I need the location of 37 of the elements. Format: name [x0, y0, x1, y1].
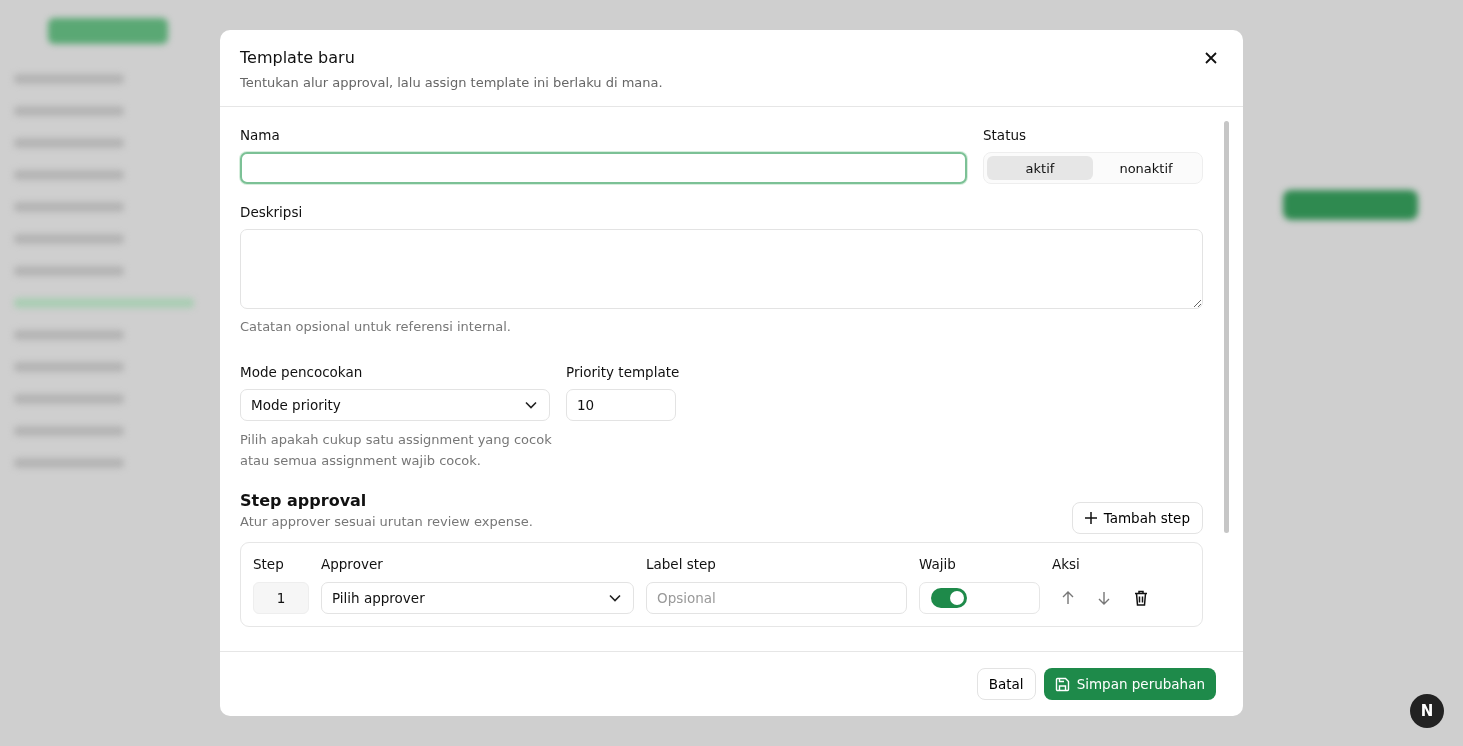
plus-icon	[1084, 512, 1097, 524]
save-button[interactable]: Simpan perubahan	[1043, 668, 1216, 700]
column-header: Approver	[321, 556, 384, 572]
field-label: Mode pencocokan	[240, 364, 364, 380]
field-hint: Catatan opsional untuk referensi internal.	[240, 319, 512, 334]
column-header: Wajib	[919, 556, 957, 572]
section-title: Step approval	[240, 491, 368, 510]
status-option[interactable]: aktif	[987, 156, 1093, 180]
arrow-up-icon[interactable]	[1062, 591, 1074, 605]
column-header: Label step	[646, 556, 717, 572]
name-input[interactable]	[240, 152, 967, 184]
arrow-down-icon[interactable]	[1098, 591, 1110, 605]
column-header: Aksi	[1052, 556, 1081, 572]
scrollbar[interactable]	[1224, 121, 1229, 533]
mode-select[interactable]: Mode priority	[240, 389, 550, 421]
step-number: 1	[253, 582, 309, 614]
dev-badge[interactable]: N	[1410, 694, 1444, 728]
section-subtitle: Atur approver sesuai urutan review expense.	[240, 514, 533, 529]
dialog-subtitle: Tentukan alur approval, lalu assign template ini berlaku di mana.	[240, 75, 663, 90]
field-hint: Pilih apakah cukup satu assignment yang cocok atau semua assignment wajib cocok.	[240, 431, 553, 470]
add-step-button[interactable]: Tambah step	[1071, 502, 1203, 534]
label-input[interactable]: Opsional	[646, 582, 907, 614]
chevron-down-icon	[609, 594, 621, 602]
status-option[interactable]: nonaktif	[1093, 156, 1199, 180]
priority-input[interactable]: 10	[566, 389, 676, 421]
field-label: Nama	[240, 127, 281, 143]
field-label: Deskripsi	[240, 204, 304, 220]
approver-select[interactable]: Pilih approver	[321, 582, 634, 614]
required-switch[interactable]	[931, 588, 967, 608]
chevron-down-icon	[525, 401, 537, 409]
dialog-title: Template baru	[240, 48, 356, 67]
save-icon	[1054, 676, 1070, 692]
trash-icon[interactable]	[1134, 590, 1148, 606]
column-header: Step	[253, 556, 285, 572]
field-label: Priority template	[566, 364, 680, 380]
cancel-button[interactable]: Batal	[976, 668, 1036, 700]
field-label: Status	[983, 127, 1028, 143]
